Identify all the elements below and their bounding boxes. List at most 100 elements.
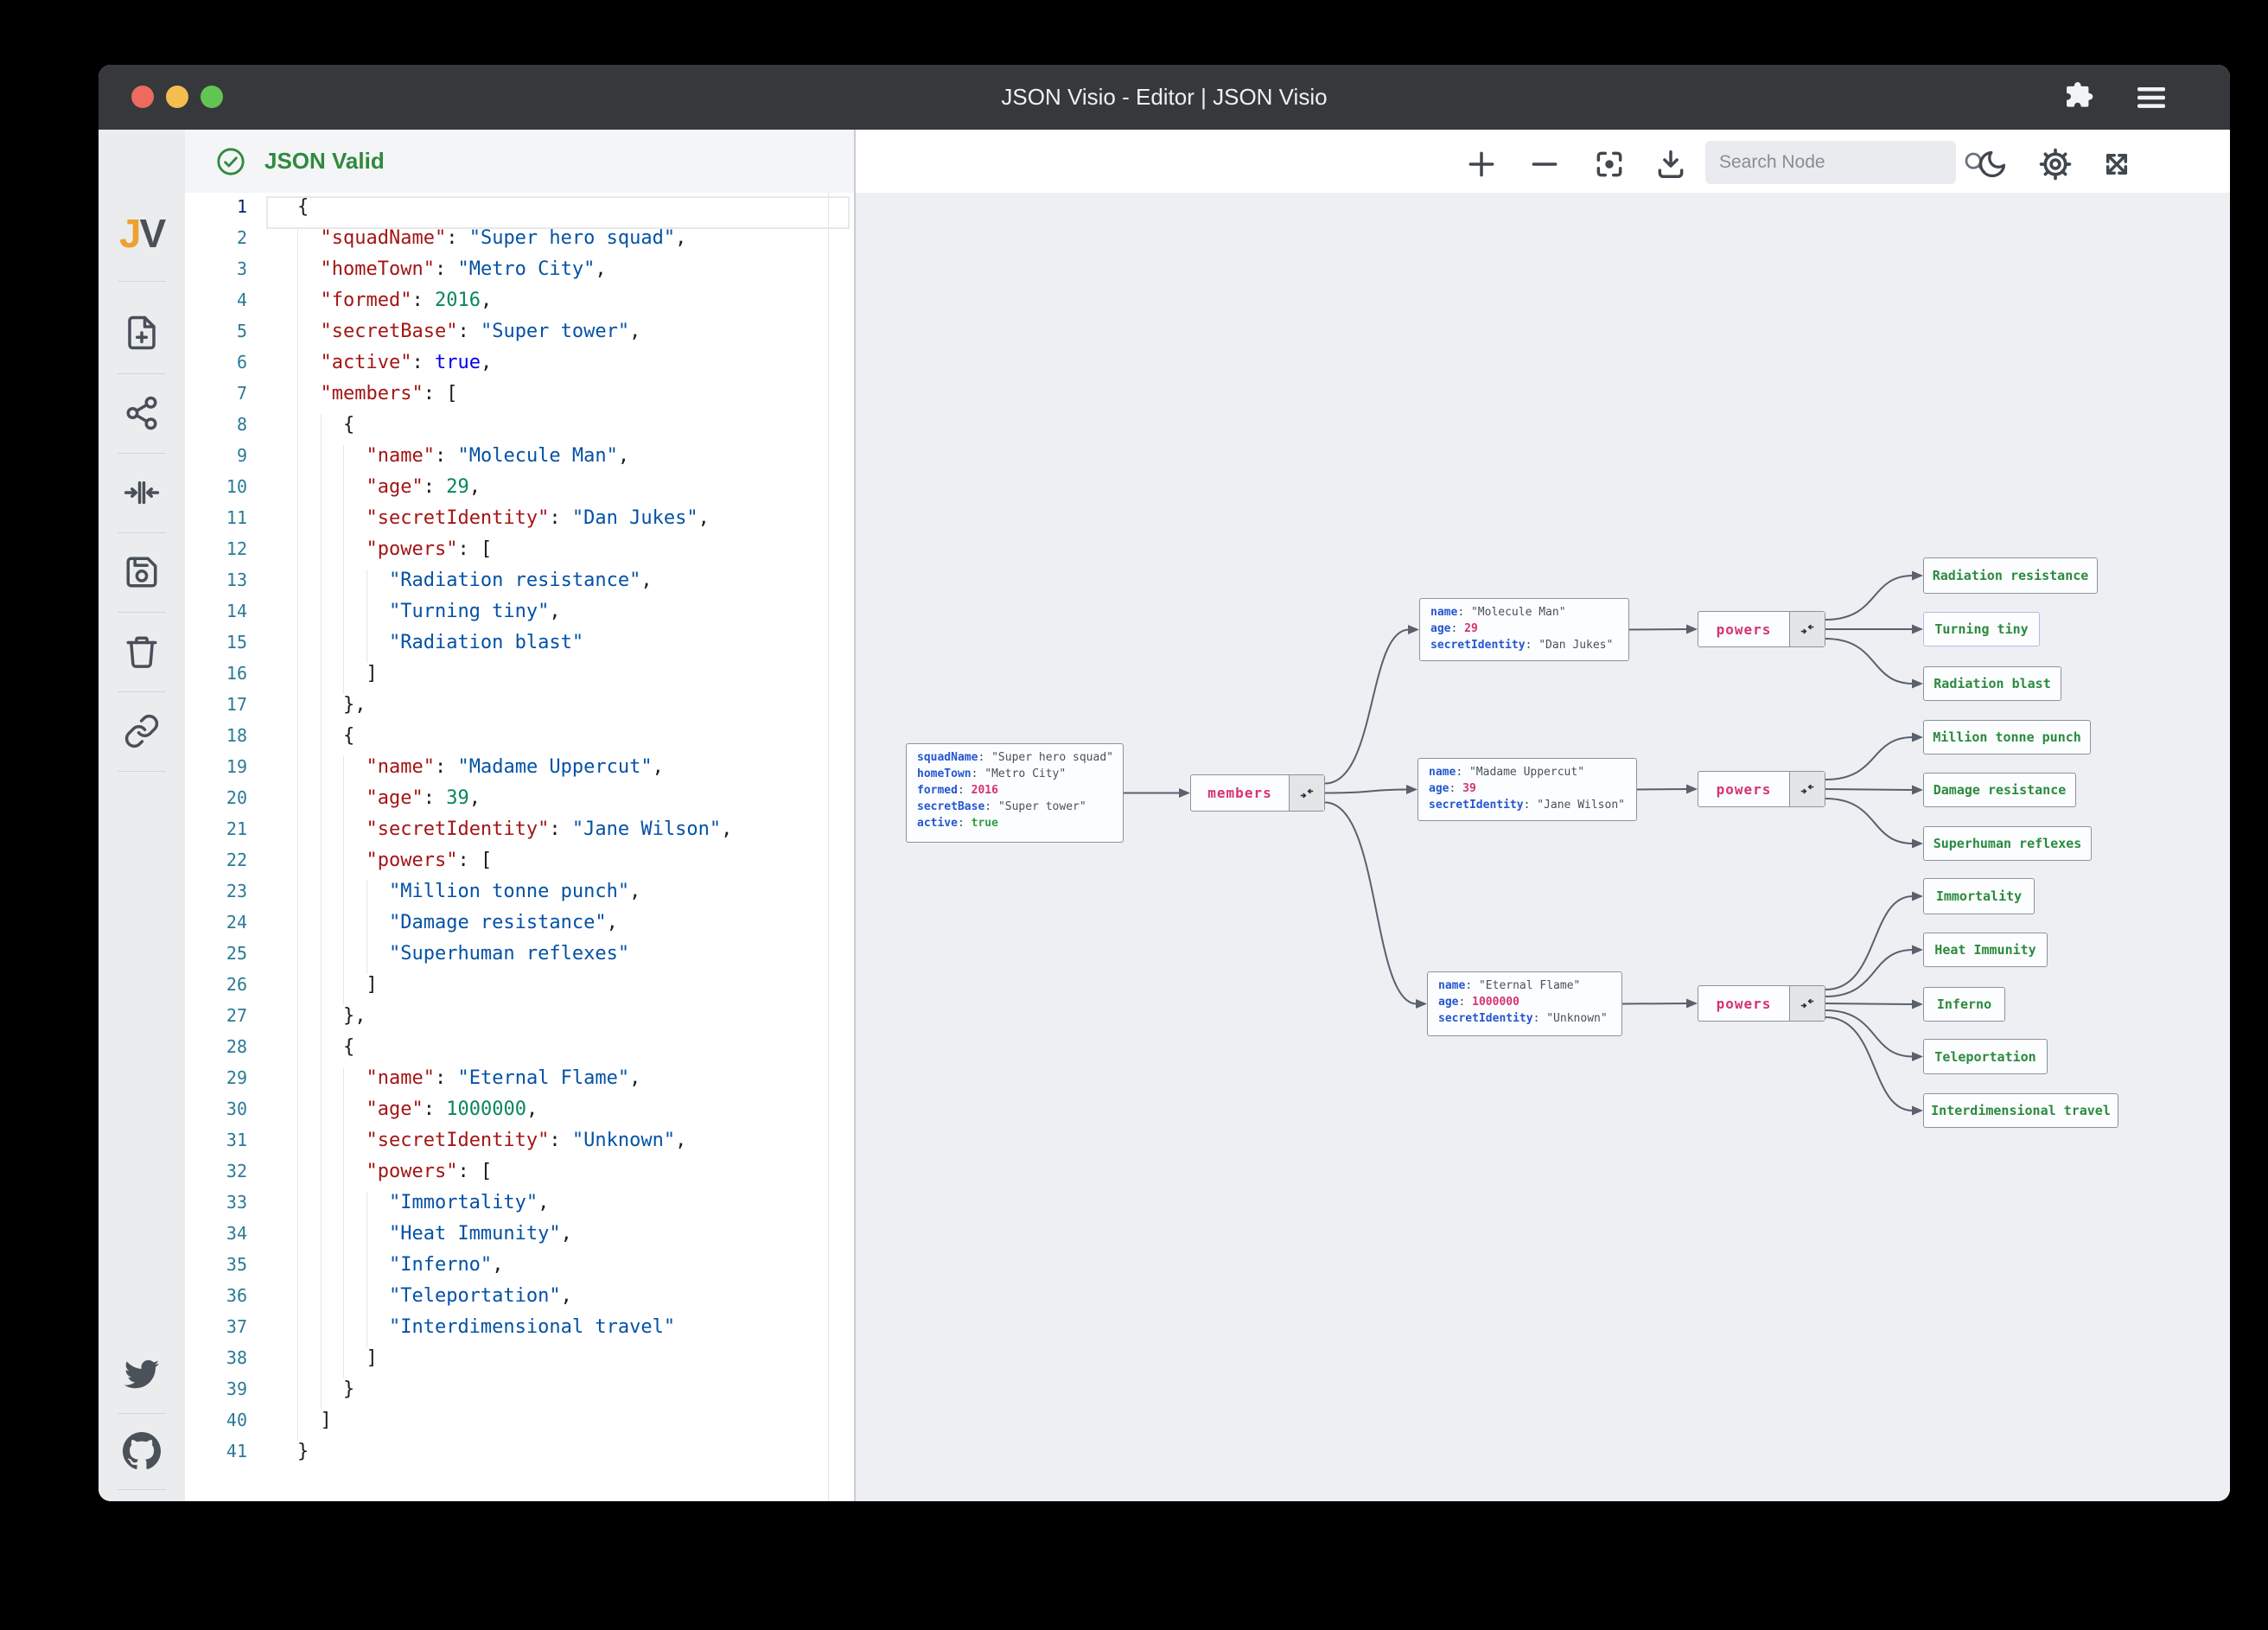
dark-mode-icon[interactable] [1970, 142, 2015, 187]
graph-node-powers1[interactable]: powers [1698, 611, 1825, 647]
code-line: }, [342, 1005, 366, 1027]
code-line: "Inferno", [388, 1254, 504, 1276]
line-number: 3 [236, 258, 247, 279]
graph-node-leaf-it[interactable]: Interdimensional travel [1923, 1093, 2118, 1128]
line-number: 19 [226, 756, 247, 777]
graph-canvas[interactable]: squadName: "Super hero squad" homeTown: "… [856, 193, 2230, 1501]
line-number: 29 [226, 1067, 247, 1088]
twitter-icon[interactable] [99, 1357, 185, 1391]
code-line: "members": [ [320, 383, 458, 404]
code-line: } [297, 1441, 309, 1462]
code-line: "Interdimensional travel" [388, 1316, 676, 1338]
graph-node-madame[interactable]: name: "Madame Uppercut" age: 39 secretIden… [1418, 758, 1637, 821]
leaf-node-label: Radiation blast [1934, 676, 2051, 691]
graph-node-root[interactable]: squadName: "Super hero squad" homeTown: "… [906, 743, 1124, 843]
array-node-label: powers [1716, 995, 1772, 1012]
code-line: "formed": 2016, [320, 290, 493, 311]
code-line: "powers": [ [366, 850, 493, 871]
node-field-name: name: "Molecule Man" [1430, 606, 1566, 619]
delete-icon[interactable] [99, 634, 185, 670]
line-number: 27 [226, 1005, 247, 1026]
graph-node-leaf-rr[interactable]: Radiation resistance [1923, 557, 2098, 594]
array-node-label: powers [1716, 621, 1772, 638]
collapse-node-button[interactable] [1789, 986, 1825, 1021]
line-number: 2 [236, 227, 247, 248]
code-line: "Million tonne punch", [388, 881, 641, 902]
code-line: "Radiation blast" [388, 632, 584, 653]
settings-icon[interactable] [2033, 142, 2078, 187]
line-number: 36 [226, 1285, 247, 1306]
node-field-age: age: 1000000 [1438, 996, 1519, 1009]
line-number: 28 [226, 1036, 247, 1057]
leaf-node-label: Inferno [1936, 996, 1992, 1012]
graph-node-leaf-inf[interactable]: Inferno [1923, 987, 2005, 1022]
new-document-icon[interactable] [99, 315, 185, 351]
graph-node-leaf-imm[interactable]: Immortality [1923, 878, 2035, 914]
graph-node-leaf-dr[interactable]: Damage resistance [1923, 773, 2076, 807]
line-number: 38 [226, 1347, 247, 1368]
code-line: "secretIdentity": "Dan Jukes", [366, 507, 710, 529]
graph-node-leaf-mtp[interactable]: Million tonne punch [1923, 720, 2091, 755]
app-logo[interactable]: JV [99, 210, 185, 257]
close-button[interactable] [131, 86, 154, 108]
node-field-squadName: squadName: "Super hero squad" [917, 751, 1113, 764]
code-line: { [342, 414, 355, 436]
editor-header: JSON Valid [185, 130, 854, 194]
fullscreen-icon[interactable] [2094, 142, 2139, 187]
code-line: "secretIdentity": "Jane Wilson", [366, 818, 733, 840]
leaf-node-label: Teleportation [1934, 1048, 2036, 1065]
graph-node-members[interactable]: members [1190, 774, 1325, 812]
code-line: "Immortality", [388, 1192, 550, 1213]
leaf-node-label: Radiation resistance [1932, 568, 2089, 583]
traffic-lights [131, 86, 223, 108]
line-number: 21 [226, 818, 247, 839]
node-field-active: active: true [917, 817, 998, 830]
graph-node-powers3[interactable]: powers [1698, 985, 1825, 1022]
graph-node-leaf-rb[interactable]: Radiation blast [1923, 666, 2061, 701]
line-number: 39 [226, 1378, 247, 1399]
focus-button[interactable] [1587, 142, 1632, 187]
line-number: 15 [226, 632, 247, 653]
line-number: 33 [226, 1192, 247, 1213]
line-number: 10 [226, 476, 247, 497]
array-node-label: members [1207, 785, 1272, 801]
line-number: 7 [236, 383, 247, 404]
sidebar: JV [99, 130, 186, 1501]
app-window: JSON Visio - Editor | JSON Visio JV JSON… [99, 65, 2230, 1501]
code-line: { [297, 196, 309, 218]
collapse-node-button[interactable] [1289, 775, 1324, 811]
line-number: 37 [226, 1316, 247, 1337]
line-number: 9 [236, 445, 247, 466]
github-icon[interactable] [99, 1432, 185, 1470]
collapse-node-button[interactable] [1789, 772, 1825, 806]
code-line: "squadName": "Super hero squad", [320, 227, 687, 249]
center-view-icon[interactable] [99, 474, 185, 511]
line-number: 11 [226, 507, 247, 528]
zoom-out-button[interactable] [1522, 142, 1567, 187]
graph-node-leaf-tt[interactable]: Turning tiny [1923, 612, 2040, 646]
share-icon[interactable] [99, 395, 185, 431]
save-icon[interactable] [99, 554, 185, 590]
code-line: ] [320, 1410, 332, 1431]
graph-node-eternal[interactable]: name: "Eternal Flame" age: 1000000 secretI… [1427, 971, 1622, 1036]
line-number: 32 [226, 1161, 247, 1181]
minimize-button[interactable] [166, 86, 188, 108]
download-button[interactable] [1648, 142, 1693, 187]
menu-icon[interactable] [2136, 85, 2167, 111]
graph-node-leaf-hi[interactable]: Heat Immunity [1923, 933, 2048, 967]
graph-node-powers2[interactable]: powers [1698, 771, 1825, 807]
graph-node-molecule[interactable]: name: "Molecule Man" age: 29 secretIdentit… [1419, 598, 1629, 661]
graph-node-leaf-tel[interactable]: Teleportation [1923, 1039, 2048, 1074]
zoom-in-button[interactable] [1459, 142, 1504, 187]
extension-icon[interactable] [2065, 81, 2096, 113]
json-editor[interactable]: 1 2 3 4 5 6 7 8 9 10 11 12 13 14 15 16 17 18 19 20 21 22 23 24 2… [185, 193, 854, 1501]
collapse-node-button[interactable] [1789, 612, 1825, 646]
line-number: 41 [226, 1441, 247, 1461]
link-icon[interactable] [99, 713, 185, 749]
code-line: }, [342, 694, 366, 716]
code-line: "name": "Madame Uppercut", [366, 756, 664, 778]
node-field-secretIdentity: secretIdentity: "Dan Jukes" [1430, 639, 1614, 652]
search-node-input[interactable] [1705, 152, 1962, 173]
graph-node-leaf-sr[interactable]: Superhuman reflexes [1923, 826, 2092, 861]
zoom-button[interactable] [201, 86, 223, 108]
